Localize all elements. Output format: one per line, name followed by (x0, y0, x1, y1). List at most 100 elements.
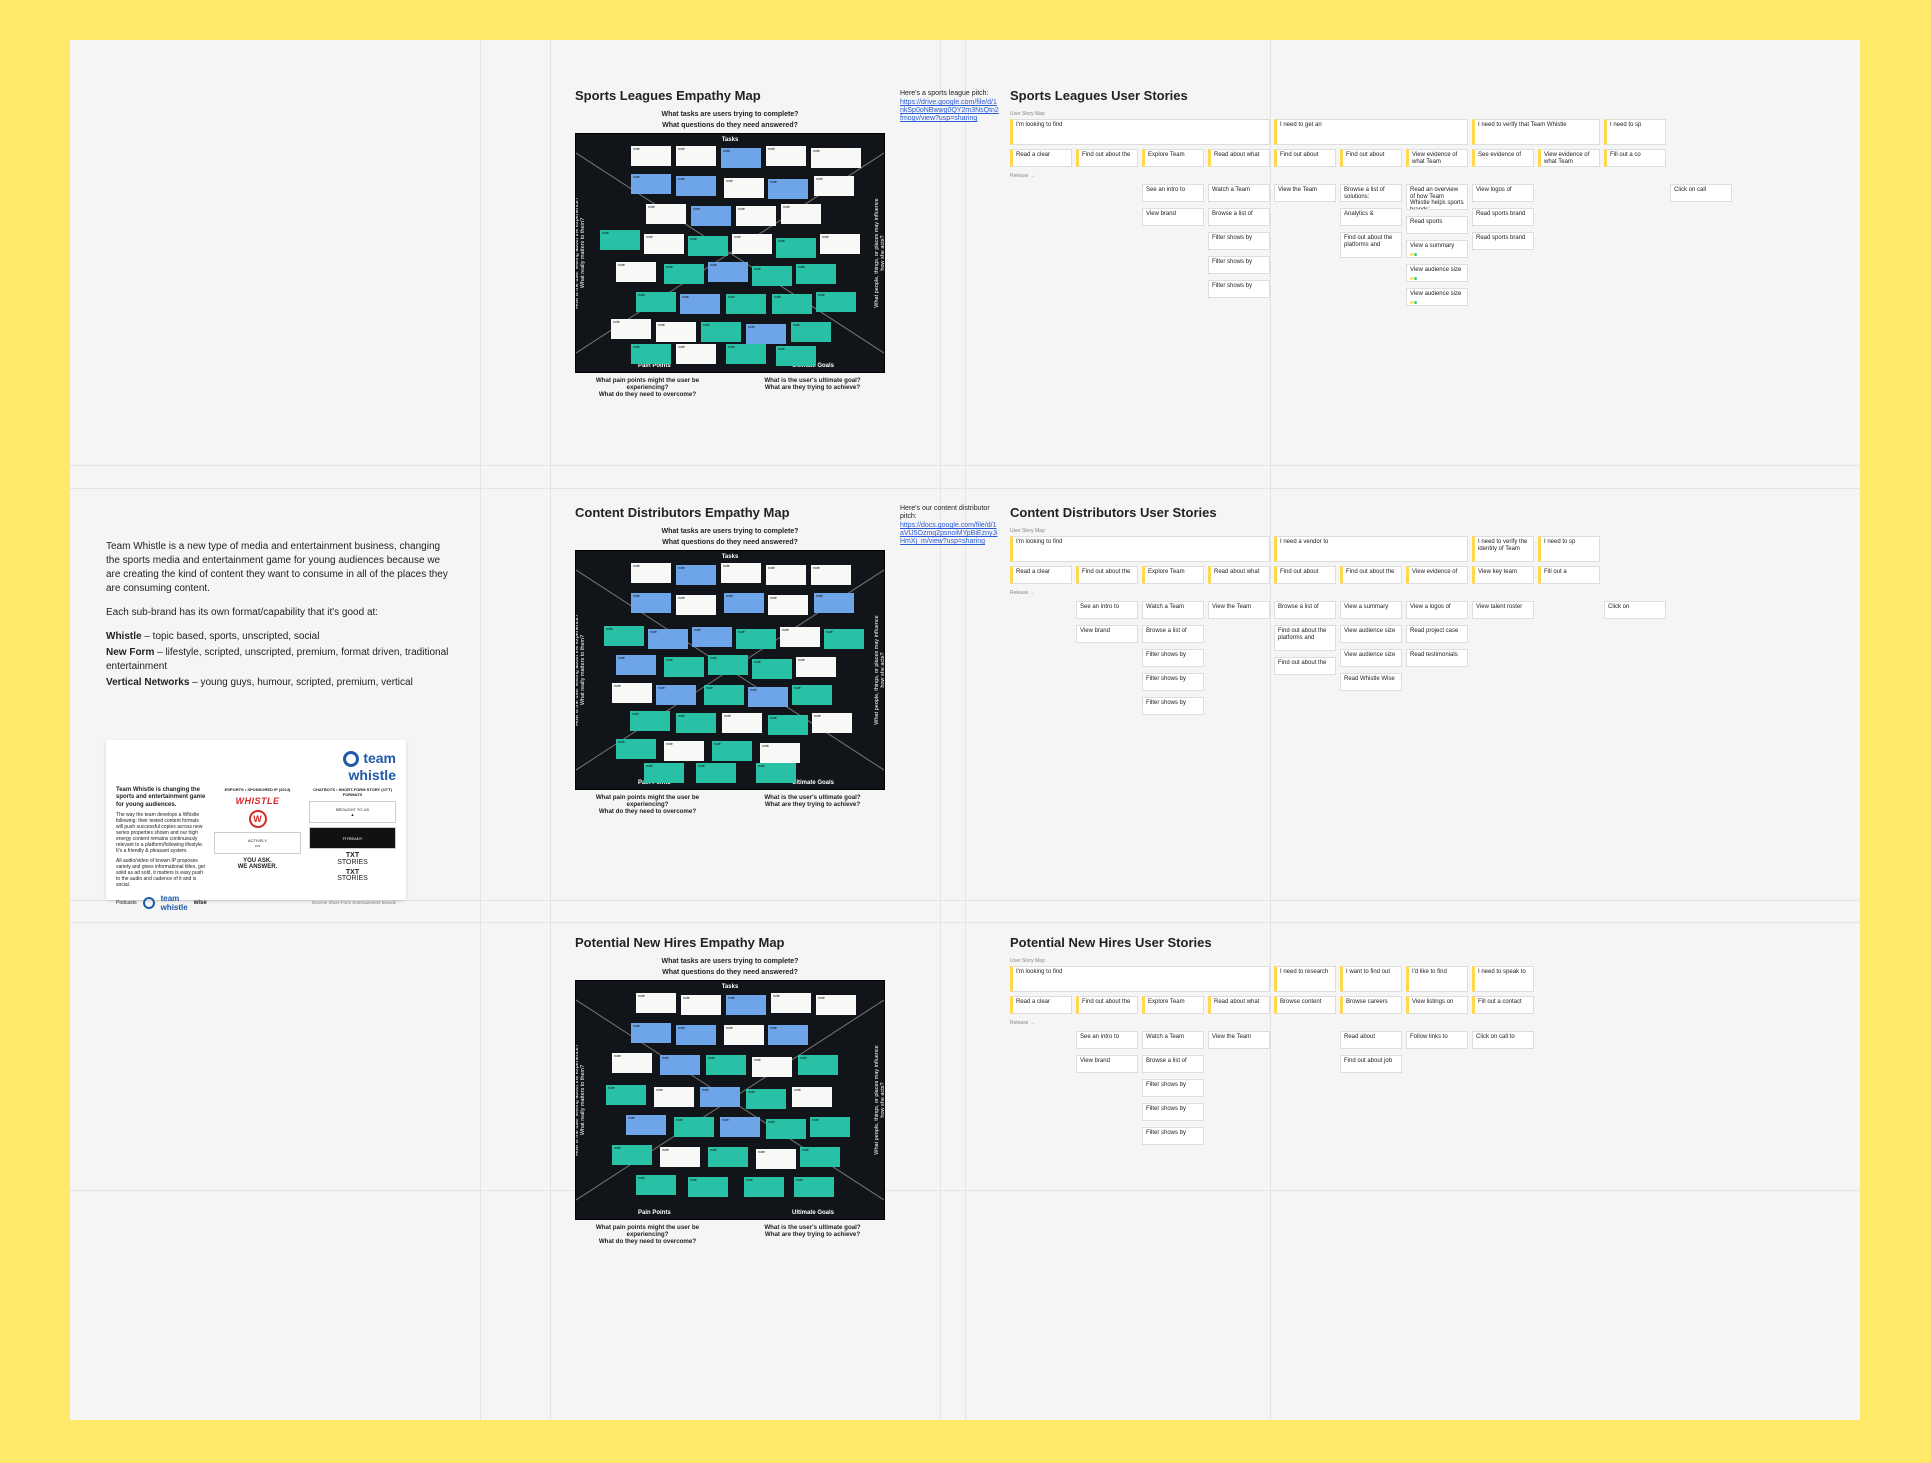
sticky-note[interactable]: note (676, 565, 716, 585)
sticky-note[interactable]: note (791, 322, 831, 342)
story-card[interactable]: View audience size (1340, 625, 1402, 643)
sticky-note[interactable]: note (630, 711, 670, 731)
sticky-note[interactable]: note (646, 204, 686, 224)
story-card[interactable]: View talent roster (1472, 601, 1534, 619)
activity-card[interactable]: View evidence of (1406, 566, 1468, 584)
story-card[interactable]: Read an overview of how Team Whistle hel… (1406, 184, 1468, 210)
sticky-note[interactable]: note (768, 1025, 808, 1045)
content-distributors-empathy-map[interactable]: Content Distributors Empathy Map What ta… (575, 505, 885, 815)
sticky-note[interactable]: note (810, 1117, 850, 1137)
story-card[interactable]: Filter shows by (1142, 1079, 1204, 1097)
story-card[interactable]: View the Team (1208, 601, 1270, 619)
story-card[interactable]: View brand (1142, 208, 1204, 226)
sticky-note[interactable]: note (700, 1087, 740, 1107)
sticky-note[interactable]: note (708, 1147, 748, 1167)
sports-user-stories[interactable]: Sports Leagues User StoriesUser Story Ma… (1010, 88, 1710, 309)
sticky-note[interactable]: note (812, 713, 852, 733)
sticky-note[interactable]: note (800, 1147, 840, 1167)
story-card[interactable]: View audience size (1406, 288, 1468, 306)
goal-card[interactable]: I'm looking to find (1010, 536, 1270, 562)
sticky-note[interactable]: note (664, 741, 704, 761)
story-card[interactable]: View a logos of (1406, 601, 1468, 619)
sticky-note[interactable]: note (616, 655, 656, 675)
sticky-note[interactable]: note (616, 262, 656, 282)
new-hires-empathy-map[interactable]: Potential New Hires Empathy Map What tas… (575, 935, 885, 1245)
story-card[interactable]: View a summary (1406, 240, 1468, 258)
sticky-note[interactable]: note (692, 627, 732, 647)
story-card[interactable]: Find out about the platforms and (1274, 625, 1336, 651)
canvas-board[interactable]: Team Whistle is a new type of media and … (70, 40, 1860, 1420)
sticky-note[interactable]: note (654, 1087, 694, 1107)
sticky-note[interactable]: note (814, 593, 854, 613)
story-card[interactable]: Find out about the (1274, 657, 1336, 675)
sticky-note[interactable]: note (636, 1175, 676, 1195)
sticky-note[interactable]: note (820, 234, 860, 254)
goal-card[interactable]: I'm looking to find (1010, 119, 1270, 145)
empathy-canvas[interactable]: How is the user feeling about the experi… (575, 980, 885, 1220)
sticky-note[interactable]: note (631, 174, 671, 194)
activity-card[interactable]: Explore Team (1142, 996, 1204, 1014)
sticky-note[interactable]: note (676, 595, 716, 615)
sticky-note[interactable]: note (660, 1147, 700, 1167)
activity-card[interactable]: Explore Team (1142, 566, 1204, 584)
sticky-note[interactable]: note (724, 593, 764, 613)
sticky-note[interactable]: note (760, 743, 800, 763)
sticky-note[interactable]: note (604, 626, 644, 646)
sticky-note[interactable]: note (644, 763, 684, 783)
goal-card[interactable]: I need to verify the identity of Team (1472, 536, 1534, 562)
sticky-note[interactable]: note (768, 595, 808, 615)
sticky-note[interactable]: note (691, 206, 731, 226)
story-card[interactable]: Watch a Team (1142, 601, 1204, 619)
activity-card[interactable]: View listings on (1406, 996, 1468, 1014)
sticky-note[interactable]: note (606, 1085, 646, 1105)
sticky-note[interactable]: note (612, 1145, 652, 1165)
story-card[interactable]: View a summary (1340, 601, 1402, 619)
sticky-note[interactable]: note (752, 266, 792, 286)
story-card[interactable]: View audience size (1340, 649, 1402, 667)
activity-card[interactable]: Read a clear (1010, 566, 1072, 584)
story-card[interactable]: Read sports (1406, 216, 1468, 234)
sticky-note[interactable]: note (644, 234, 684, 254)
story-card[interactable]: View brand (1076, 625, 1138, 643)
sticky-note[interactable]: note (656, 685, 696, 705)
story-card[interactable]: Analytics & (1340, 208, 1402, 226)
sticky-note[interactable]: note (656, 322, 696, 342)
sticky-note[interactable]: note (811, 565, 851, 585)
sticky-note[interactable]: note (744, 1177, 784, 1197)
story-card[interactable]: Filter shows by (1208, 280, 1270, 298)
sticky-note[interactable]: note (664, 264, 704, 284)
sticky-note[interactable]: note (726, 294, 766, 314)
activity-card[interactable]: Find out about (1274, 149, 1336, 167)
story-card[interactable]: Read testimonials (1406, 649, 1468, 667)
story-card[interactable]: Filter shows by (1142, 697, 1204, 715)
sticky-note[interactable]: note (756, 1149, 796, 1169)
story-card[interactable]: Filter shows by (1208, 256, 1270, 274)
sticky-note[interactable]: note (746, 324, 786, 344)
sticky-note[interactable]: note (631, 593, 671, 613)
story-card[interactable]: Browse a list of (1142, 1055, 1204, 1073)
sticky-note[interactable]: note (600, 230, 640, 250)
sticky-note[interactable]: note (611, 319, 651, 339)
goal-card[interactable]: I need a vendor to (1274, 536, 1468, 562)
activity-card[interactable]: Find out about (1340, 149, 1402, 167)
sticky-note[interactable]: note (636, 993, 676, 1013)
sticky-note[interactable]: note (824, 629, 864, 649)
story-card[interactable]: Browse a list of (1142, 625, 1204, 643)
sticky-note[interactable]: note (664, 657, 704, 677)
sticky-note[interactable]: note (798, 1055, 838, 1075)
goal-card[interactable]: I'd like to find (1406, 966, 1468, 992)
activity-card[interactable]: See evidence of (1472, 149, 1534, 167)
sticky-note[interactable]: note (612, 683, 652, 703)
sticky-note[interactable]: note (704, 685, 744, 705)
story-card[interactable]: See an intro to (1142, 184, 1204, 202)
activity-card[interactable]: Find out about the (1076, 996, 1138, 1014)
story-card[interactable]: Filter shows by (1142, 1103, 1204, 1121)
sticky-note[interactable]: note (724, 1025, 764, 1045)
story-card[interactable]: Browse a list of solutions: (1340, 184, 1402, 202)
activity-card[interactable]: Read a clear (1010, 149, 1072, 167)
sticky-note[interactable]: note (752, 1057, 792, 1077)
sticky-note[interactable]: note (746, 1089, 786, 1109)
sticky-note[interactable]: note (676, 146, 716, 166)
goal-card[interactable]: I'm looking to find (1010, 966, 1270, 992)
activity-card[interactable]: Fill out a co (1604, 149, 1666, 167)
